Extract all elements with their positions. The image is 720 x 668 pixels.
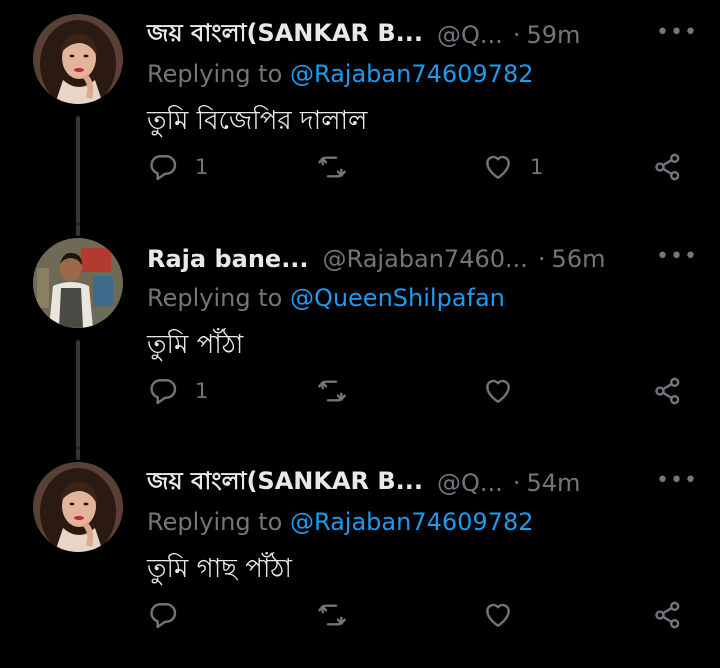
heart-icon <box>486 155 510 179</box>
retweet-button[interactable] <box>316 595 364 635</box>
tweet-1[interactable]: জয় বাংলা(SANKAR B... @Q... · 59m ••• Re… <box>0 0 720 224</box>
share-icon <box>655 601 680 629</box>
more-options-button[interactable]: ••• <box>656 242 697 272</box>
reply-count: 1 <box>195 379 209 403</box>
more-icon: ••• <box>656 468 698 493</box>
reply-icon <box>150 603 177 629</box>
like-button[interactable] <box>482 371 530 411</box>
action-bar <box>0 595 720 635</box>
like-button[interactable]: 1 <box>482 147 543 187</box>
tweet-header: জয় বাংলা(SANKAR B... @Q... · 54m <box>147 466 690 500</box>
display-name[interactable]: জয় বাংলা(SANKAR B... <box>147 15 423 55</box>
tweet-3[interactable]: জয় বাংলা(SANKAR B... @Q... · 54m ••• Re… <box>0 448 720 668</box>
user-handle[interactable]: @Q... <box>437 469 503 497</box>
separator-dot: · <box>512 21 521 49</box>
replying-to-mention[interactable]: @Rajaban74609782 <box>290 60 534 88</box>
reply-icon <box>150 155 177 181</box>
user-handle[interactable]: @Rajaban7460... <box>323 245 528 273</box>
heart-icon <box>486 603 510 627</box>
heart-icon <box>486 379 510 403</box>
avatar[interactable] <box>33 14 123 104</box>
thread-connector-line-top <box>76 448 80 460</box>
retweet-icon <box>318 380 346 402</box>
more-options-button[interactable]: ••• <box>656 18 697 48</box>
action-bar: 1 <box>0 371 720 411</box>
avatar-woman-image <box>33 14 123 104</box>
separator-dot: · <box>537 245 546 273</box>
tweet-header: জয় বাংলা(SANKAR B... @Q... · 59m <box>147 18 690 52</box>
user-handle[interactable]: @Q... <box>437 21 503 49</box>
action-bar: 1 1 <box>0 147 720 187</box>
replying-to: Replying to @Rajaban74609782 <box>147 508 533 536</box>
like-button[interactable] <box>482 595 530 635</box>
retweet-icon <box>318 604 346 626</box>
retweet-icon <box>318 156 346 178</box>
tweet-text: তুমি বিজেপির দালাল <box>147 106 368 136</box>
replying-to-label: Replying to <box>147 284 290 312</box>
share-button[interactable] <box>652 595 684 635</box>
share-icon <box>655 153 680 181</box>
tweet-header: Raja bane... @Rajaban7460... · 56m <box>147 242 690 276</box>
like-count: 1 <box>530 155 544 179</box>
replying-to: Replying to @Rajaban74609782 <box>147 60 533 88</box>
more-icon: ••• <box>656 244 698 269</box>
tweet-text: তুমি পাঁঠা <box>147 330 244 360</box>
timestamp[interactable]: 56m <box>552 245 606 273</box>
retweet-button[interactable] <box>316 147 364 187</box>
replying-to-mention[interactable]: @Rajaban74609782 <box>290 508 534 536</box>
avatar[interactable] <box>33 462 123 552</box>
replying-to-label: Replying to <box>147 60 290 88</box>
share-button[interactable] <box>652 147 684 187</box>
display-name[interactable]: Raja bane... <box>147 245 309 273</box>
replying-to-label: Replying to <box>147 508 290 536</box>
replying-to: Replying to @QueenShilpafan <box>147 284 505 312</box>
reply-button[interactable]: 1 <box>147 147 208 187</box>
avatar[interactable] <box>33 238 123 328</box>
replying-to-mention[interactable]: @QueenShilpafan <box>290 284 505 312</box>
avatar-man-image <box>33 238 123 328</box>
share-icon <box>655 377 680 405</box>
tweet-2[interactable]: Raja bane... @Rajaban7460... · 56m ••• R… <box>0 224 720 448</box>
reply-button[interactable] <box>147 595 195 635</box>
display-name[interactable]: জয় বাংলা(SANKAR B... <box>147 463 423 503</box>
separator-dot: · <box>512 469 521 497</box>
more-icon: ••• <box>656 20 698 45</box>
reply-count: 1 <box>195 155 209 179</box>
tweet-text: তুমি গাছ পাঁঠা <box>147 554 292 584</box>
thread-connector-line-top <box>76 224 80 236</box>
avatar-woman-image <box>33 462 123 552</box>
more-options-button[interactable]: ••• <box>656 466 697 496</box>
share-button[interactable] <box>652 371 684 411</box>
reply-icon <box>150 379 177 405</box>
reply-button[interactable]: 1 <box>147 371 208 411</box>
timestamp[interactable]: 59m <box>526 21 580 49</box>
timestamp[interactable]: 54m <box>526 469 580 497</box>
retweet-button[interactable] <box>316 371 364 411</box>
